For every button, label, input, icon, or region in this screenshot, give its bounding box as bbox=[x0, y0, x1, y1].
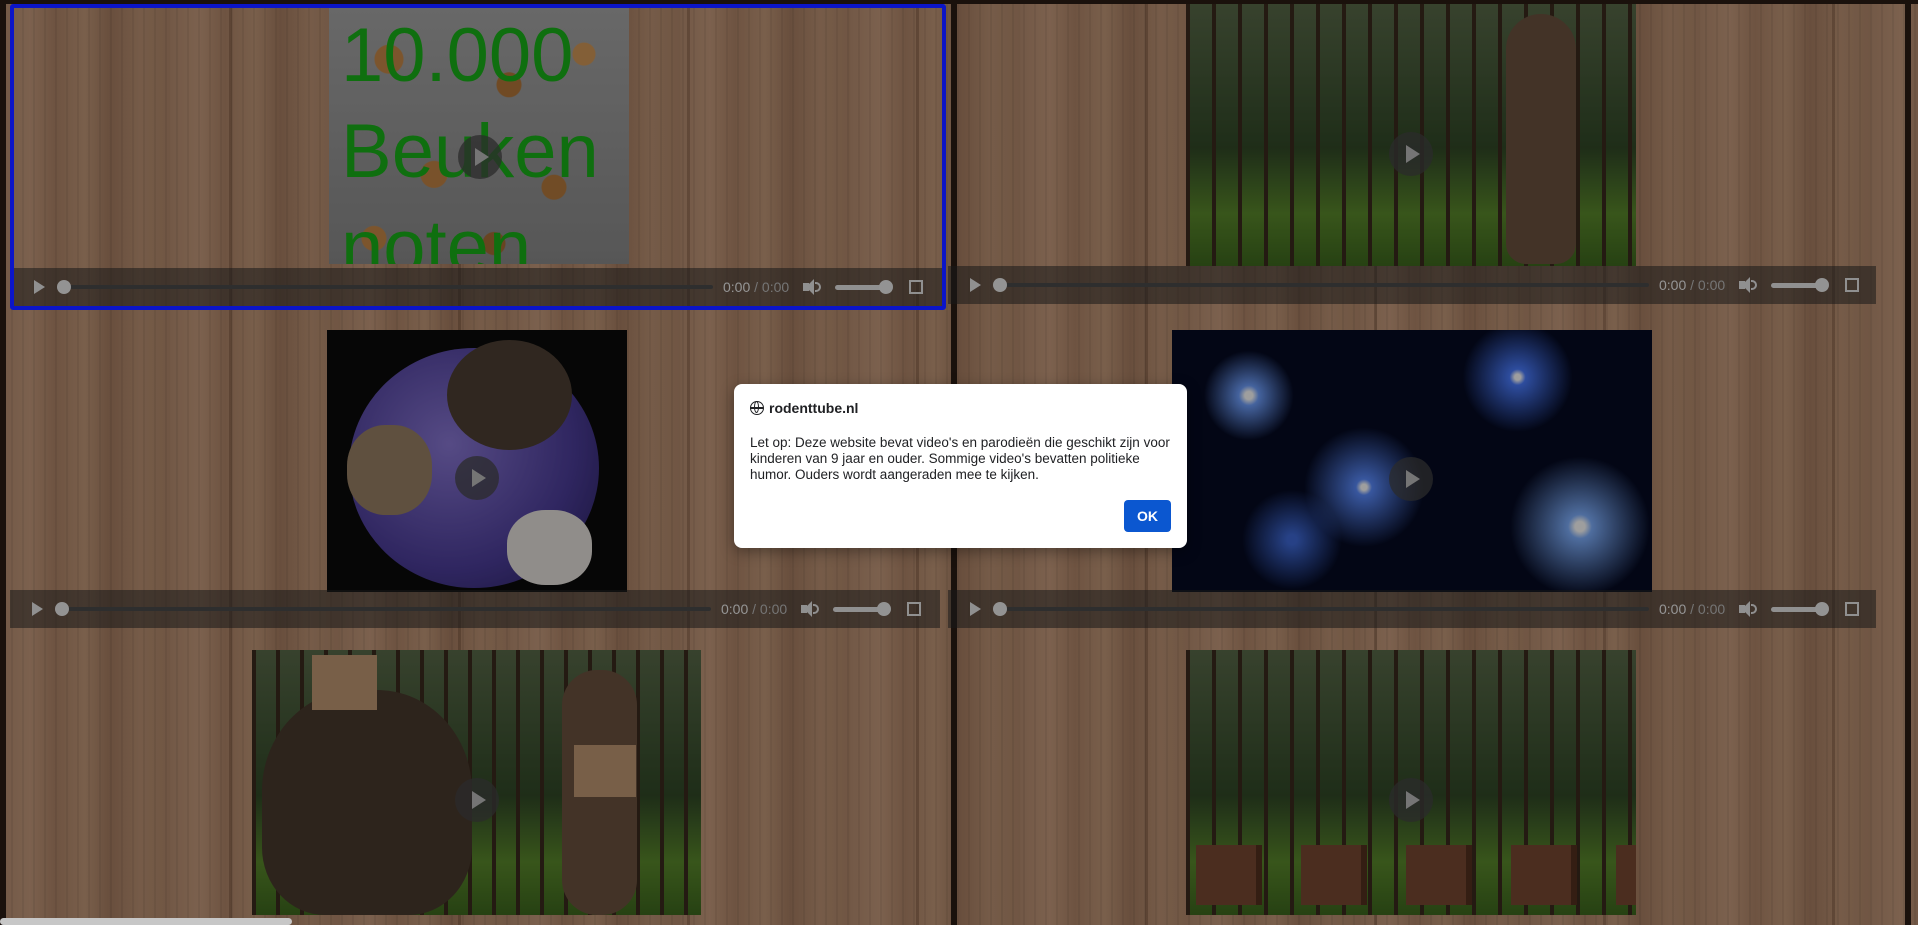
alert-dialog: rodenttube.nl Let op: Deze website bevat… bbox=[734, 384, 1187, 548]
horizontal-scrollbar[interactable] bbox=[0, 918, 292, 925]
focus-outline bbox=[10, 4, 946, 310]
dialog-site: rodenttube.nl bbox=[769, 400, 859, 416]
ok-button[interactable]: OK bbox=[1124, 500, 1171, 532]
dialog-message: Let op: Deze website bevat video's en pa… bbox=[750, 435, 1170, 482]
dialog-title: rodenttube.nl bbox=[750, 400, 858, 416]
globe-icon bbox=[750, 401, 764, 415]
